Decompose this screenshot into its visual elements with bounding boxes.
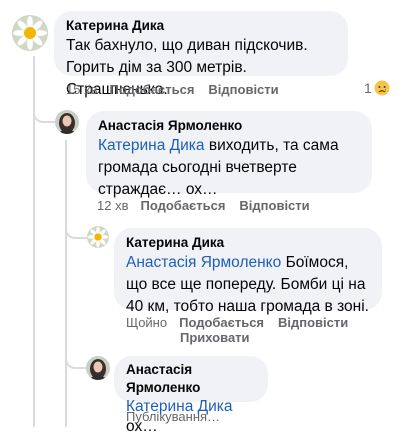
chamomile-avatar-image <box>87 226 109 248</box>
comment-text: Катерина Дика виходить, та сама громада … <box>98 135 360 201</box>
like-button[interactable]: Подобається <box>109 82 194 97</box>
avatar-chamomile[interactable] <box>12 15 48 51</box>
thread-elbow-reply-1 <box>33 100 57 123</box>
comment-author[interactable]: Анастасія Ярмоленко <box>126 361 256 397</box>
comment-actions-2: 12 хв Подобається Відповісти <box>97 198 310 213</box>
comment-bubble-1: Катерина Дика Так бахнуло, що диван підс… <box>54 11 348 98</box>
mention-link[interactable]: Катерина Дика <box>98 137 205 154</box>
reply-button[interactable]: Відповісти <box>239 198 309 213</box>
reply-button[interactable]: Відповісти <box>208 82 278 97</box>
avatar-anastasiia[interactable] <box>55 110 79 134</box>
avatar-chamomile[interactable] <box>87 226 109 248</box>
comment-text: Анастасія Ярмоленко Боїмося, що все ще п… <box>126 252 370 318</box>
comment-bubble-3: Катерина Дика Анастасія Ярмоленко Боїмос… <box>114 228 382 315</box>
posting-status: Публікування… <box>126 409 221 424</box>
portrait-avatar-image <box>86 356 110 380</box>
comment-bubble-4: Анастасія Ярмоленко Катерина Дика ох… <box>114 356 268 435</box>
chamomile-avatar-image <box>12 15 48 51</box>
comment-author[interactable]: Анастасія Ярмоленко <box>98 117 360 135</box>
hide-button[interactable]: Приховати <box>180 330 250 345</box>
comment-bubble-2: Анастасія Ярмоленко Катерина Дика виходи… <box>86 111 372 198</box>
comment-timestamp[interactable]: 12 хв <box>97 198 128 213</box>
portrait-avatar-image <box>55 110 79 134</box>
sad-reaction-icon <box>374 80 390 96</box>
reaction-count: 1 <box>364 80 372 96</box>
avatar-anastasiia[interactable] <box>86 356 110 380</box>
reaction-summary[interactable]: 1 <box>364 80 390 96</box>
thread-line-reply <box>65 140 67 427</box>
comment-author[interactable]: Катерина Дика <box>126 234 370 252</box>
comment-actions-3: Щойно Подобається Відповісти <box>126 315 348 330</box>
mention-link[interactable]: Анастасія Ярмоленко <box>126 254 281 271</box>
comment-actions-3-extra: Приховати <box>180 330 250 345</box>
reply-button[interactable]: Відповісти <box>278 315 348 330</box>
like-button[interactable]: Подобається <box>179 315 264 330</box>
comment-author[interactable]: Катерина Дика <box>66 17 336 35</box>
thread-elbow-reply-2 <box>65 215 87 239</box>
comment-actions-1: 15 хв Подобається Відповісти <box>66 82 279 97</box>
comment-timestamp[interactable]: Щойно <box>126 315 167 330</box>
comment-timestamp[interactable]: 15 хв <box>66 82 97 97</box>
like-button[interactable]: Подобається <box>140 198 225 213</box>
thread-elbow-reply-3 <box>65 348 87 369</box>
